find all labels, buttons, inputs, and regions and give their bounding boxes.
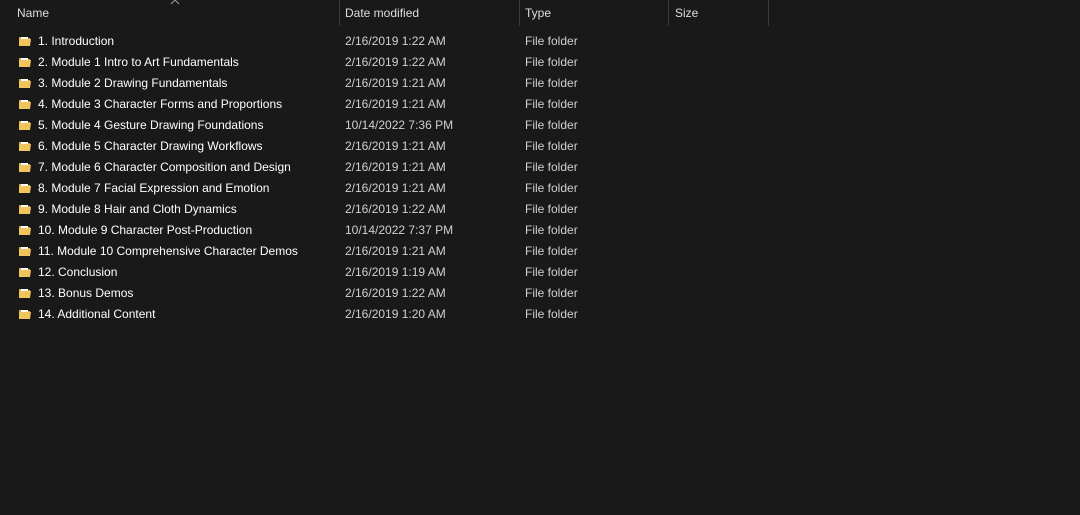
row-type: File folder — [525, 244, 578, 258]
row-type: File folder — [525, 97, 578, 111]
file-list-row[interactable]: 3. Module 2 Drawing Fundamentals 2/16/201… — [0, 73, 760, 94]
file-list-row[interactable]: 12. Conclusion 2/16/2019 1:19 AM File fold… — [0, 262, 760, 283]
file-list-row[interactable]: 13. Bonus Demos 2/16/2019 1:22 AM File fol… — [0, 283, 760, 304]
row-name: 6. Module 5 Character Drawing Workflows — [38, 139, 263, 153]
file-list-row[interactable]: 9. Module 8 Hair and Cloth Dynamics 2/16/… — [0, 199, 760, 220]
folder-icon — [19, 205, 31, 214]
row-name: 10. Module 9 Character Post-Production — [38, 223, 253, 237]
folder-icon — [19, 121, 31, 130]
row-name: 2. Module 1 Intro to Art Fundamentals — [38, 55, 239, 69]
file-list-row[interactable]: 7. Module 6 Character Composition and De… — [0, 157, 760, 178]
column-header-type[interactable]: Type — [519, 0, 669, 26]
column-header-size[interactable]: Size — [669, 0, 769, 26]
row-date-modified: 2/16/2019 1:20 AM — [345, 307, 446, 321]
row-type: File folder — [525, 118, 578, 132]
file-list-row[interactable]: 2. Module 1 Intro to Art Fundamentals 2/1… — [0, 52, 760, 73]
file-list-row[interactable]: 1. Introduction 2/16/2019 1:22 AM File fol… — [0, 31, 760, 52]
column-header-date-modified[interactable]: Date modified — [339, 0, 519, 26]
row-name: 7. Module 6 Character Composition and De… — [38, 160, 291, 174]
row-name: 12. Conclusion — [38, 265, 118, 279]
file-list-row[interactable]: 10. Module 9 Character Post-Production 10… — [0, 220, 760, 241]
file-list-row[interactable]: 14. Additional Content 2/16/2019 1:20 AM F… — [0, 304, 760, 325]
folder-icon — [19, 268, 31, 277]
folder-icon — [19, 79, 31, 88]
row-type: File folder — [525, 265, 578, 279]
row-name: 13. Bonus Demos — [38, 286, 134, 300]
row-date-modified: 2/16/2019 1:21 AM — [345, 76, 446, 90]
column-header-bar: Name Date modified Type Size — [0, 0, 1080, 26]
folder-icon — [19, 100, 31, 109]
folder-icon — [19, 184, 31, 193]
column-header-name[interactable]: Name — [11, 0, 339, 26]
row-type: File folder — [525, 307, 578, 321]
file-list-row[interactable]: 8. Module 7 Facial Expression and Emotio… — [0, 178, 760, 199]
row-name: 1. Introduction — [38, 34, 115, 48]
file-explorer-view: Name Date modified Type Size 1. Introduc… — [0, 0, 1080, 515]
folder-icon — [19, 58, 31, 67]
row-date-modified: 2/16/2019 1:22 AM — [345, 286, 446, 300]
file-list: 1. Introduction 2/16/2019 1:22 AM File fol… — [0, 31, 1080, 325]
row-date-modified: 2/16/2019 1:21 AM — [345, 97, 446, 111]
file-list-row[interactable]: 6. Module 5 Character Drawing Workflows 2… — [0, 136, 760, 157]
row-type: File folder — [525, 55, 578, 69]
row-name: 9. Module 8 Hair and Cloth Dynamics — [38, 202, 237, 216]
row-type: File folder — [525, 139, 578, 153]
row-date-modified: 2/16/2019 1:22 AM — [345, 202, 446, 216]
row-name: 3. Module 2 Drawing Fundamentals — [38, 76, 228, 90]
folder-icon — [19, 289, 31, 298]
row-date-modified: 2/16/2019 1:22 AM — [345, 34, 446, 48]
row-type: File folder — [525, 160, 578, 174]
folder-icon — [19, 247, 31, 256]
row-date-modified: 2/16/2019 1:21 AM — [345, 244, 446, 258]
row-date-modified: 2/16/2019 1:21 AM — [345, 181, 446, 195]
row-date-modified: 10/14/2022 7:37 PM — [345, 223, 454, 237]
folder-icon — [19, 226, 31, 235]
row-name: 5. Module 4 Gesture Drawing Foundations — [38, 118, 264, 132]
row-name: 4. Module 3 Character Forms and Proporti… — [38, 97, 283, 111]
row-type: File folder — [525, 76, 578, 90]
folder-icon — [19, 310, 31, 319]
folder-icon — [19, 163, 31, 172]
row-date-modified: 10/14/2022 7:36 PM — [345, 118, 454, 132]
file-list-row[interactable]: 4. Module 3 Character Forms and Proporti… — [0, 94, 760, 115]
row-type: File folder — [525, 181, 578, 195]
column-divider[interactable] — [768, 0, 769, 26]
row-name: 8. Module 7 Facial Expression and Emotio… — [38, 181, 270, 195]
row-date-modified: 2/16/2019 1:22 AM — [345, 55, 446, 69]
folder-icon — [19, 142, 31, 151]
file-list-row[interactable]: 11. Module 10 Comprehensive Character De… — [0, 241, 760, 262]
folder-icon — [19, 37, 31, 46]
row-type: File folder — [525, 202, 578, 216]
row-date-modified: 2/16/2019 1:21 AM — [345, 139, 446, 153]
row-type: File folder — [525, 34, 578, 48]
row-date-modified: 2/16/2019 1:19 AM — [345, 265, 446, 279]
row-name: 11. Module 10 Comprehensive Character De… — [38, 244, 298, 258]
row-date-modified: 2/16/2019 1:21 AM — [345, 160, 446, 174]
file-list-row[interactable]: 5. Module 4 Gesture Drawing Foundations 1… — [0, 115, 760, 136]
row-type: File folder — [525, 223, 578, 237]
row-name: 14. Additional Content — [38, 307, 156, 321]
row-type: File folder — [525, 286, 578, 300]
